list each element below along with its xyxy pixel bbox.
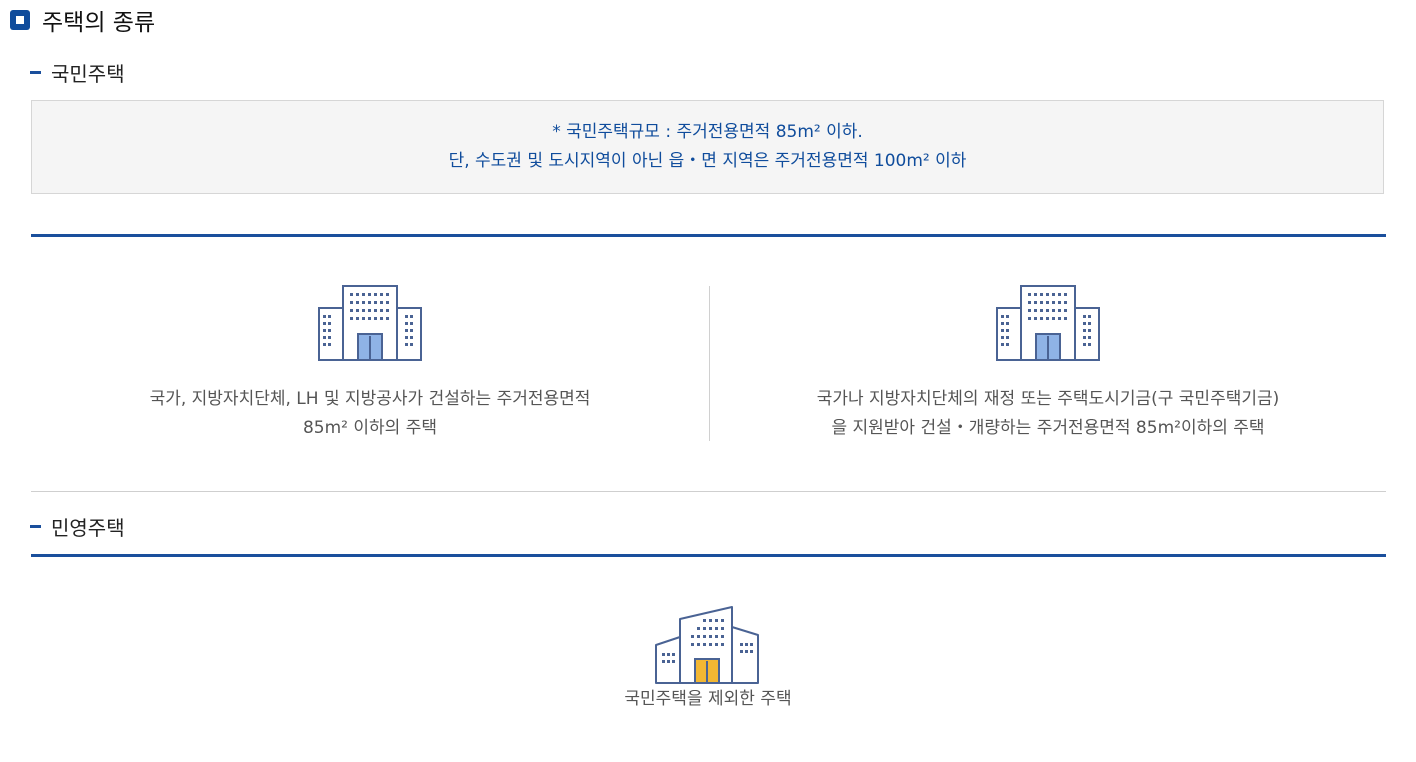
card-1-line-1: 국가, 지방자치단체, LH 및 지방공사가 건설하는 주거전용면적 [149,389,591,409]
private-card: 국민주택을 제외한 주택 [508,605,908,714]
page-title-text: 주택의 종류 [42,10,156,36]
note-line-1: * 국민주택규모 : 주거전용면적 85m² 이하. [552,122,863,142]
private-building-icon [655,606,759,684]
private-card-line-1: 국민주택을 제외한 주택 [624,689,792,709]
note-line-2: 단, 수도권 및 도시지역이 아닌 읍・면 지역은 주거전용면적 100m² 이… [448,151,967,171]
card-divider [709,286,710,441]
card-2-line-2: 을 지원받아 건설・개량하는 주거전용면적 85m²이하의 주택 [831,418,1265,438]
section-divider [31,234,1386,237]
section-separator [31,491,1386,492]
square-bullet-icon [10,10,30,30]
national-housing-note: * 국민주택규모 : 주거전용면적 85m² 이하. 단, 수도권 및 도시지역… [31,100,1384,194]
card-1-line-2: 85m² 이하의 주택 [302,418,437,438]
national-card-1: 국가, 지방자치단체, LH 및 지방공사가 건설하는 주거전용면적 85m² … [100,284,640,443]
card-2-line-1: 국가나 지방자치단체의 재정 또는 주택도시기금(구 국민주택기금) [816,389,1280,409]
dash-bullet-icon [30,524,41,528]
dash-bullet-icon [30,70,41,74]
national-housing-heading-text: 국민주택 [51,61,125,86]
building-icon [318,285,422,361]
national-housing-heading: 국민주택 [30,59,125,86]
national-card-2: 국가나 지방자치단체의 재정 또는 주택도시기금(구 국민주택기금) 을 지원받… [758,284,1338,443]
private-housing-heading-text: 민영주택 [51,515,125,540]
section-divider [31,554,1386,557]
private-housing-heading: 민영주택 [30,513,125,540]
page-title: 주택의 종류 [10,4,155,36]
building-icon [996,285,1100,361]
